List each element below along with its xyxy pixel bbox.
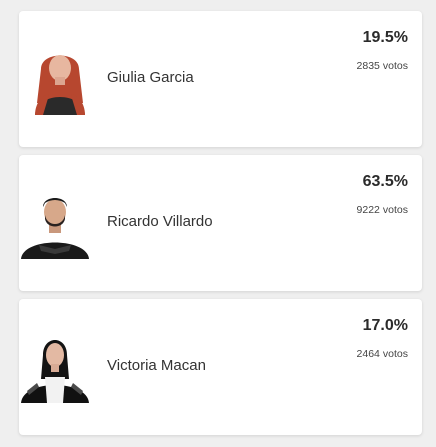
candidate-card-victoria-macan[interactable]: Victoria Macan 17.0% 2464 votos <box>19 299 422 435</box>
vote-count-label: votos <box>382 204 408 216</box>
candidate-name: Ricardo Villardo <box>107 213 213 230</box>
avatar-photo <box>19 331 91 403</box>
vote-count-label: votos <box>382 60 408 72</box>
vote-percentage: 17.0% <box>362 317 408 334</box>
vote-count-number: 2464 <box>356 348 380 360</box>
vote-count: 2464 votos <box>354 348 408 360</box>
candidate-name: Victoria Macan <box>107 357 206 374</box>
vote-count-number: 2835 <box>356 60 380 72</box>
avatar-photo <box>27 43 99 115</box>
candidate-card-giulia-garcia[interactable]: Giulia Garcia 19.5% 2835 votos <box>19 11 422 147</box>
avatar-photo <box>19 187 91 259</box>
candidate-name: Giulia Garcia <box>107 69 194 86</box>
vote-count: 2835 votos <box>354 60 408 72</box>
candidate-card-ricardo-villardo[interactable]: Ricardo Villardo 63.5% 9222 votos <box>19 155 422 291</box>
vote-count-number: 9222 <box>356 204 380 216</box>
vote-count: 9222 votos <box>354 204 408 216</box>
vote-count-label: votos <box>382 348 408 360</box>
vote-percentage: 19.5% <box>362 29 408 46</box>
vote-percentage: 63.5% <box>362 173 408 190</box>
